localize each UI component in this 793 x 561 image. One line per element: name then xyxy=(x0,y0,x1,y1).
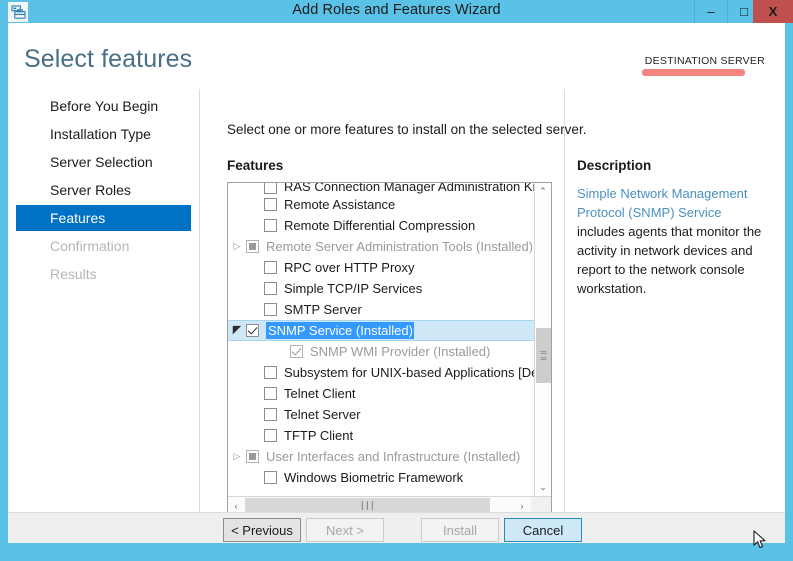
sidebar-item-label: Installation Type xyxy=(50,126,151,142)
description-body: Simple Network Management Protocol (SNMP… xyxy=(577,184,772,298)
list-item-label: Telnet Client xyxy=(284,386,356,401)
list-item[interactable]: TFTP Client xyxy=(228,425,534,446)
sidebar-item-server-selection[interactable]: Server Selection xyxy=(16,149,191,175)
minimize-button[interactable]: – xyxy=(694,0,727,23)
main-content: Select one or more features to install o… xyxy=(211,89,586,515)
list-item-label: Subsystem for UNIX-based Applications [D… xyxy=(284,365,534,380)
chevron-down-icon[interactable]: ◤ xyxy=(228,325,246,336)
features-section-label: Features xyxy=(227,158,284,173)
list-item[interactable]: Telnet Server xyxy=(228,404,534,425)
scrollbar-grip-icon: ∣∣∣ xyxy=(360,500,375,510)
list-item[interactable]: Simple TCP/IP Services xyxy=(228,278,534,299)
sidebar-item-confirmation: Confirmation xyxy=(16,233,191,259)
chevron-right-icon[interactable]: ▷ xyxy=(228,452,246,461)
row-checkbox[interactable] xyxy=(264,387,277,400)
list-item-label: RPC over HTTP Proxy xyxy=(284,260,415,275)
row-checkbox xyxy=(246,450,259,463)
destination-server-label: DESTINATION SERVER xyxy=(644,55,765,67)
sidebar-item-installation-type[interactable]: Installation Type xyxy=(16,121,191,147)
list-item: SNMP WMI Provider (Installed) xyxy=(228,341,534,362)
sidebar-item-server-roles[interactable]: Server Roles xyxy=(16,177,191,203)
list-item-label: Telnet Server xyxy=(284,407,361,422)
description-rest-text: includes agents that monitor the activit… xyxy=(577,224,762,296)
sidebar-item-results: Results xyxy=(16,261,191,287)
list-item[interactable]: Telnet Client xyxy=(228,383,534,404)
sidebar-item-label: Before You Begin xyxy=(50,98,159,114)
page-header: Select features DESTINATION SERVER xyxy=(8,23,785,89)
row-checkbox[interactable] xyxy=(264,303,277,316)
list-item[interactable]: Windows Biometric Framework xyxy=(228,467,534,488)
sidebar-divider xyxy=(199,89,200,512)
list-item-label: SNMP Service (Installed) xyxy=(266,322,414,339)
list-item-label: Remote Assistance xyxy=(284,197,396,212)
vertical-scrollbar-thumb[interactable]: ═ ═ xyxy=(536,328,551,383)
scroll-up-icon[interactable]: ⌃ xyxy=(535,183,551,200)
instruction-text: Select one or more features to install o… xyxy=(227,122,587,137)
list-item[interactable]: ▷ Remote Server Administration Tools (In… xyxy=(228,236,534,257)
scroll-down-icon[interactable]: ⌄ xyxy=(535,479,551,496)
row-checkbox[interactable] xyxy=(246,324,259,337)
row-checkbox[interactable] xyxy=(264,429,277,442)
description-title: Description xyxy=(577,158,652,173)
list-item-label: User Interfaces and Infrastructure (Inst… xyxy=(266,449,521,464)
list-item[interactable]: RPC over HTTP Proxy xyxy=(228,257,534,278)
row-checkbox[interactable] xyxy=(264,366,277,379)
sidebar-item-label: Server Roles xyxy=(50,182,131,198)
scrollbar-grip-icon: ═ ═ xyxy=(540,347,547,363)
cancel-button[interactable]: Cancel xyxy=(504,518,582,542)
chevron-right-icon[interactable]: ▷ xyxy=(228,242,246,251)
list-item[interactable]: Remote Differential Compression xyxy=(228,215,534,236)
sidebar-item-label: Confirmation xyxy=(50,238,130,254)
sidebar-item-before-you-begin[interactable]: Before You Begin xyxy=(16,93,191,119)
row-checkbox[interactable] xyxy=(264,408,277,421)
description-panel: Description Simple Network Management Pr… xyxy=(564,89,785,512)
list-item-label: RAS Connection Manager Administration Ki… xyxy=(284,183,534,194)
list-item[interactable]: Remote Assistance xyxy=(228,194,534,215)
row-checkbox[interactable] xyxy=(264,261,277,274)
features-listbox[interactable]: RAS Connection Manager Administration Ki… xyxy=(227,182,552,515)
row-checkbox xyxy=(246,240,259,253)
client-area: Select features DESTINATION SERVER Befor… xyxy=(8,23,785,543)
row-checkbox[interactable] xyxy=(264,183,277,194)
description-highlight-text: Simple Network Management Protocol (SNMP… xyxy=(577,186,748,220)
close-button[interactable]: X xyxy=(753,0,793,23)
title-bar: Add Roles and Features Wizard – □ X xyxy=(0,0,793,23)
description-divider xyxy=(564,89,565,512)
row-checkbox[interactable] xyxy=(264,198,277,211)
wizard-nav-sidebar: Before You Begin Installation Type Serve… xyxy=(8,89,191,512)
sidebar-item-label: Server Selection xyxy=(50,154,153,170)
features-vertical-scrollbar[interactable]: ⌃ ═ ═ ⌄ xyxy=(534,183,551,496)
list-item-label: SMTP Server xyxy=(284,302,362,317)
list-item-label: SNMP WMI Provider (Installed) xyxy=(310,344,491,359)
destination-server-redaction xyxy=(642,69,745,76)
list-item-label: Remote Server Administration Tools (Inst… xyxy=(266,239,534,254)
wizard-window: Add Roles and Features Wizard – □ X Sele… xyxy=(0,0,793,561)
window-title: Add Roles and Features Wizard xyxy=(292,2,501,18)
sidebar-item-label: Features xyxy=(50,210,106,226)
row-checkbox[interactable] xyxy=(264,471,277,484)
sidebar-item-features[interactable]: Features xyxy=(16,205,191,231)
list-item-label: Simple TCP/IP Services xyxy=(284,281,423,296)
page-title: Select features xyxy=(24,45,193,73)
row-checkbox[interactable] xyxy=(264,282,277,295)
features-list-viewport: RAS Connection Manager Administration Ki… xyxy=(228,183,534,496)
list-item[interactable]: Subsystem for UNIX-based Applications [D… xyxy=(228,362,534,383)
previous-button[interactable]: < Previous xyxy=(223,518,301,542)
wizard-footer: < Previous Next > Install Cancel xyxy=(8,512,785,543)
list-item-label: Remote Differential Compression xyxy=(284,218,476,233)
list-item[interactable]: RAS Connection Manager Administration Ki… xyxy=(228,183,534,194)
list-item-snmp-service[interactable]: ◤ SNMP Service (Installed) xyxy=(228,320,534,341)
row-checkbox[interactable] xyxy=(264,219,277,232)
next-button: Next > xyxy=(306,518,384,542)
horizontal-scrollbar-thumb[interactable]: ∣∣∣ xyxy=(245,498,490,513)
list-item-label: Windows Biometric Framework xyxy=(284,470,464,485)
row-checkbox xyxy=(290,345,303,358)
list-item[interactable]: ▷ User Interfaces and Infrastructure (In… xyxy=(228,446,534,467)
list-item-label: TFTP Client xyxy=(284,428,354,443)
sidebar-item-label: Results xyxy=(50,266,97,282)
install-button: Install xyxy=(421,518,499,542)
list-item[interactable]: SMTP Server xyxy=(228,299,534,320)
